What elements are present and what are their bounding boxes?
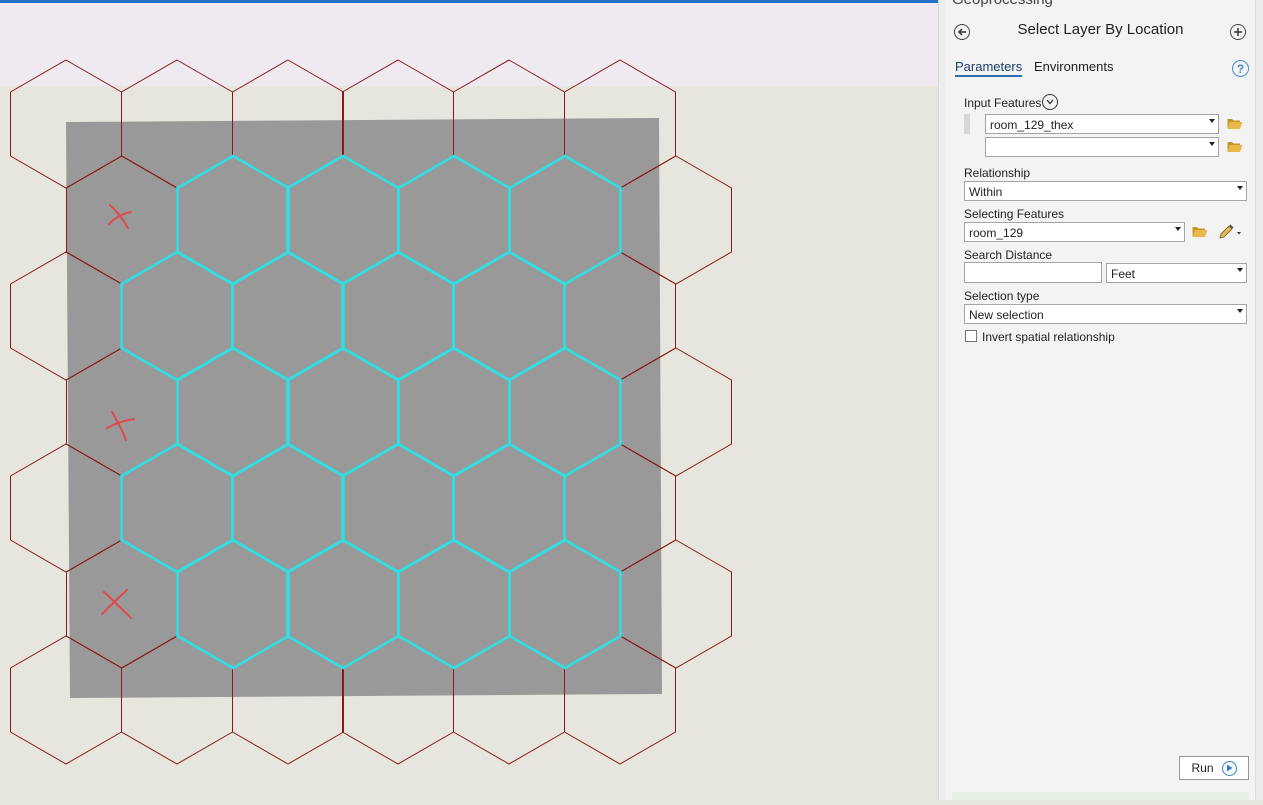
- distance-unit-combo[interactable]: Feet: [1106, 263, 1247, 283]
- map-top-band: [0, 0, 940, 86]
- tab-environments[interactable]: Environments: [1034, 59, 1113, 74]
- dropdown-arrow-icon: [1209, 119, 1215, 123]
- selecting-features-combo[interactable]: room_129: [964, 222, 1185, 242]
- search-distance-input[interactable]: [964, 262, 1102, 283]
- map-view[interactable]: [0, 0, 940, 800]
- search-distance-label: Search Distance: [964, 248, 1053, 262]
- tool-title: Select Layer By Location: [1017, 21, 1184, 38]
- batch-toggle-button[interactable]: [1042, 94, 1058, 110]
- invert-label: Invert spatial relationship: [982, 330, 1115, 344]
- input-features-combo-2[interactable]: [985, 137, 1219, 157]
- folder-open-icon[interactable]: [1192, 226, 1208, 238]
- help-icon: ?: [1236, 61, 1245, 76]
- geoprocessing-pane: Geoprocessing Select Layer By Location P…: [946, 0, 1255, 800]
- dropdown-arrow-icon: [1209, 142, 1215, 146]
- selection-type-label: Selection type: [964, 289, 1040, 303]
- room-129-polygon[interactable]: [66, 118, 662, 698]
- map-canvas[interactable]: [0, 0, 940, 800]
- status-bar: [952, 792, 1249, 800]
- selection-type-combo[interactable]: New selection: [964, 304, 1247, 324]
- relationship-value: Within: [969, 185, 1003, 199]
- selecting-features-value: room_129: [969, 226, 1024, 240]
- dropdown-arrow-icon: [1237, 268, 1243, 272]
- add-button[interactable]: [1230, 24, 1246, 40]
- pane-splitter[interactable]: [938, 0, 946, 800]
- pencil-edit-icon[interactable]: [1218, 224, 1242, 240]
- run-label: Run: [1191, 761, 1214, 775]
- dropdown-arrow-icon: [1175, 227, 1181, 231]
- folder-open-icon[interactable]: [1227, 141, 1243, 153]
- dropdown-arrow-icon: [1237, 309, 1243, 313]
- selection-type-value: New selection: [969, 308, 1044, 322]
- selecting-features-label: Selecting Features: [964, 207, 1065, 221]
- input-features-combo-1[interactable]: room_129_thex: [985, 114, 1219, 134]
- run-icon: [1221, 760, 1237, 776]
- play-icon: [1226, 764, 1232, 772]
- help-button[interactable]: ?: [1232, 60, 1249, 77]
- relationship-combo[interactable]: Within: [964, 181, 1247, 201]
- plus-circle-icon: [1234, 28, 1242, 36]
- dropdown-arrow-icon: [1237, 186, 1243, 190]
- input-features-label: Input Features: [964, 96, 1042, 110]
- invert-checkbox[interactable]: [965, 330, 977, 342]
- pane-title: Geoprocessing: [952, 0, 1053, 8]
- run-button[interactable]: Run: [1179, 756, 1249, 780]
- pane-scrollbar[interactable]: [1255, 0, 1263, 800]
- folder-open-icon[interactable]: [1227, 118, 1243, 130]
- chevron-down-icon: [1046, 99, 1054, 105]
- row-drag-handle[interactable]: [964, 114, 970, 134]
- input-features-value-1: room_129_thex: [990, 118, 1074, 132]
- tab-parameters[interactable]: Parameters: [955, 59, 1023, 77]
- relationship-label: Relationship: [964, 166, 1031, 180]
- distance-unit-value: Feet: [1111, 267, 1136, 281]
